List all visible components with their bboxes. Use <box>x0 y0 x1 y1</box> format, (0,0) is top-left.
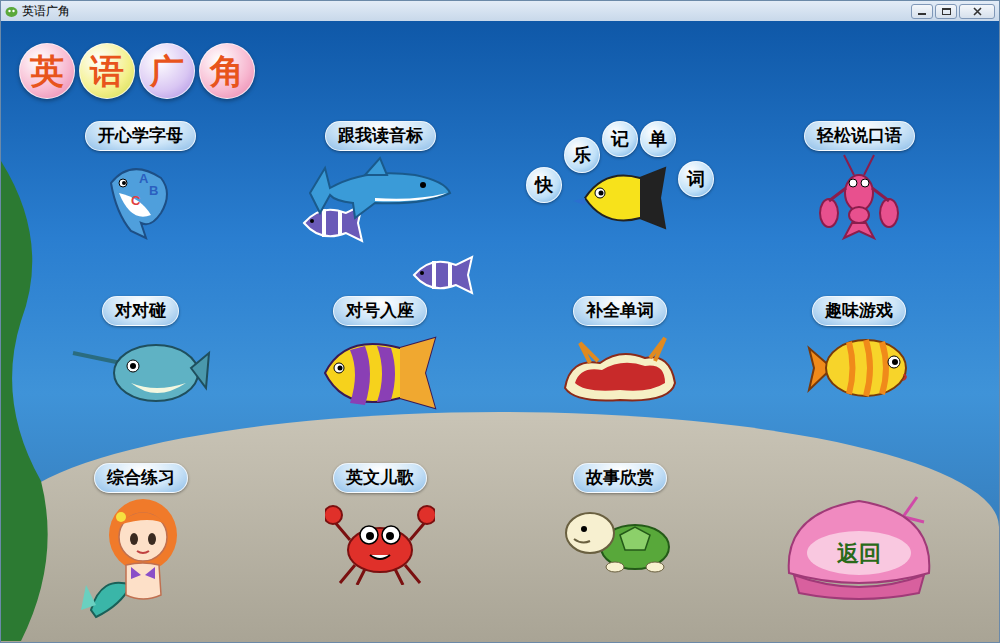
title-bar[interactable]: 英语广角 <box>1 1 999 21</box>
menu-item[interactable]: 轻松说口语 <box>804 121 915 288</box>
minimize-icon <box>918 13 926 15</box>
menu-label[interactable]: 英文儿歌 <box>333 463 427 493</box>
puffer-fish-icon <box>71 328 211 408</box>
menu-item[interactable]: 趣味游戏 <box>804 296 914 453</box>
label-bubble: 记 <box>602 121 638 157</box>
menu-label[interactable]: 开心学字母 <box>85 121 196 151</box>
menu-item[interactable]: 故事欣赏 <box>560 463 680 642</box>
seaweed-icon <box>1 161 61 641</box>
menu-item[interactable]: 对号入座 <box>315 296 445 453</box>
app-icon <box>5 5 18 18</box>
maximize-icon <box>942 8 951 15</box>
logo-bubble: 语 <box>79 43 135 99</box>
menu-item[interactable]: 补全单词 <box>560 296 680 453</box>
sea-slug-icon <box>560 328 680 408</box>
close-icon <box>973 7 982 16</box>
menu-label[interactable]: 对号入座 <box>333 296 427 326</box>
menu-label[interactable]: 跟我读音标 <box>325 121 436 151</box>
shark-icon <box>305 153 455 223</box>
turtle-icon <box>560 495 680 575</box>
menu-label[interactable]: 对对碰 <box>102 296 179 326</box>
menu-label[interactable]: 故事欣赏 <box>573 463 667 493</box>
letter-fish-icon: ABC <box>101 153 181 243</box>
menu-label[interactable]: 趣味游戏 <box>812 296 906 326</box>
logo-bubble: 英 <box>19 43 75 99</box>
label-bubble: 快 <box>526 167 562 203</box>
yellow-fish-icon <box>565 163 675 233</box>
label-bubble: 单 <box>640 121 676 157</box>
lobster-icon <box>814 153 904 243</box>
menu-item[interactable]: 快乐记单词 <box>526 121 714 288</box>
svg-text:B: B <box>149 183 158 198</box>
menu-item[interactable]: 英文儿歌 <box>325 463 435 642</box>
back-button[interactable]: 返回 <box>779 493 939 603</box>
menu-item[interactable]: 跟我读音标 <box>305 121 455 288</box>
logo-bubble: 角 <box>199 43 255 99</box>
crab-icon <box>325 495 435 585</box>
mermaid-icon <box>81 495 201 620</box>
close-button[interactable] <box>959 4 995 19</box>
ocean-scene: 英语广角开心学字母ABC跟我读音标快乐记单词轻松说口语对对碰对号入座补全单词趣味… <box>1 21 999 642</box>
menu-label[interactable]: 补全单词 <box>573 296 667 326</box>
label-bubble: 词 <box>678 161 714 197</box>
menu-item[interactable]: 对对碰 <box>71 296 211 453</box>
app-window: 英语广角英语广角开心学字母ABC跟我读音标快乐记单词轻松说口语对对碰对号入座补全… <box>0 0 1000 643</box>
clownfish-icon <box>406 253 476 298</box>
orange-fish-icon <box>804 328 914 408</box>
logo: 英语广角 <box>1 21 999 113</box>
svg-text:C: C <box>131 193 141 208</box>
menu-item[interactable]: 开心学字母ABC <box>85 121 196 288</box>
logo-bubble: 广 <box>139 43 195 99</box>
striped-fish-icon <box>315 328 445 418</box>
window-title: 英语广角 <box>22 2 70 20</box>
label-bubble: 乐 <box>564 137 600 173</box>
menu-item[interactable]: 综合练习 <box>81 463 201 642</box>
svg-text:A: A <box>139 171 149 186</box>
minimize-button[interactable] <box>911 4 933 19</box>
maximize-button[interactable] <box>935 4 957 19</box>
menu-label[interactable]: 综合练习 <box>94 463 188 493</box>
menu-label[interactable]: 轻松说口语 <box>804 121 915 151</box>
